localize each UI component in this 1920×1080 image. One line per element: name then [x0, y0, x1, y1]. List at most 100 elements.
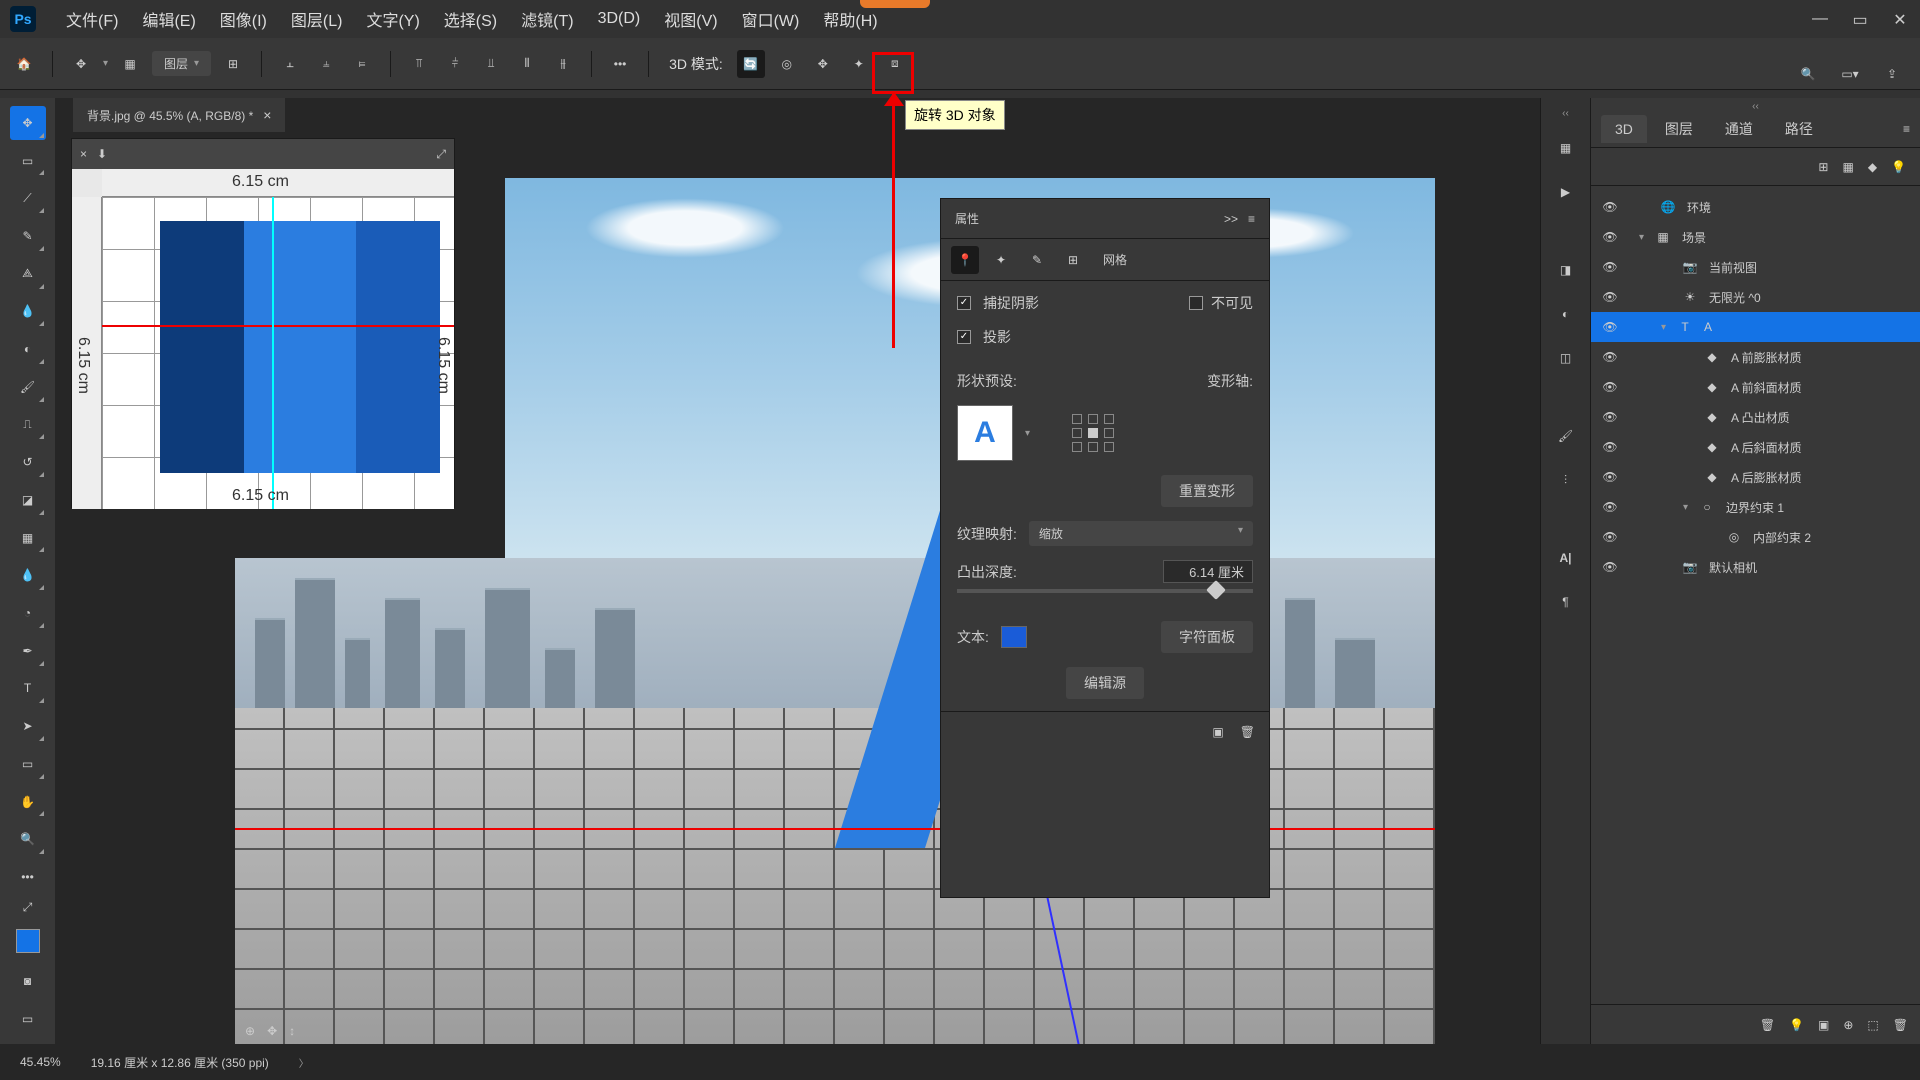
extrude-depth-slider[interactable] — [957, 589, 1253, 593]
pen-tool[interactable]: ✒ — [10, 634, 46, 668]
strip-char-icon[interactable]: A| — [1551, 543, 1581, 573]
shape-preset-preview[interactable]: A — [957, 405, 1013, 461]
tree-row[interactable]: 👁◎内部约束 2 — [1591, 522, 1920, 552]
distribute-h-icon[interactable]: ⫴ — [513, 50, 541, 78]
tab-3d[interactable]: 3D — [1601, 115, 1647, 143]
path-select-tool[interactable]: ➤ — [10, 709, 46, 743]
align-left-icon[interactable]: ⫠ — [276, 50, 304, 78]
dolly-icon[interactable]: ↕ — [289, 1024, 295, 1038]
chevron-down-icon[interactable]: ▾ — [103, 58, 108, 69]
filter-mesh-icon[interactable]: ▦ — [1842, 160, 1853, 174]
visibility-eye-icon[interactable]: 👁 — [1601, 290, 1619, 304]
visibility-eye-icon[interactable]: 👁 — [1601, 560, 1619, 574]
menu-select[interactable]: 选择(S) — [434, 3, 507, 35]
text-color-swatch[interactable] — [1001, 626, 1027, 648]
visibility-eye-icon[interactable]: 👁 — [1601, 350, 1619, 364]
stamp-tool[interactable]: ⎍ — [10, 408, 46, 442]
tree-row[interactable]: 👁◆A 凸出材质 — [1591, 402, 1920, 432]
window-minimize[interactable]: — — [1810, 10, 1830, 30]
home-button[interactable]: 🏠 — [10, 50, 38, 78]
filter-material-icon[interactable]: ◆ — [1868, 160, 1877, 174]
rotate-3d-icon[interactable]: 🔄 — [737, 50, 765, 78]
visibility-eye-icon[interactable]: 👁 — [1601, 320, 1619, 334]
doc-dimensions[interactable]: 19.16 厘米 x 12.86 厘米 (350 ppi) — [91, 1054, 269, 1071]
invisible-check[interactable] — [1189, 296, 1203, 310]
strip-play-icon[interactable]: ▶ — [1551, 177, 1581, 207]
visibility-eye-icon[interactable]: 👁 — [1601, 530, 1619, 544]
tab-paths[interactable]: 路径 — [1771, 113, 1827, 145]
footer-camera-icon[interactable]: ▣ — [1818, 1018, 1829, 1032]
render-icon[interactable]: ▣ — [1212, 725, 1223, 739]
dodge-tool[interactable]: ◔ — [10, 596, 46, 630]
menu-text[interactable]: 文字(Y) — [356, 3, 429, 35]
preset-dropdown-icon[interactable]: ▾ — [1025, 428, 1030, 439]
distribute-v-icon[interactable]: ⫵ — [549, 50, 577, 78]
edit-toolbar[interactable]: ••• — [10, 860, 46, 894]
align-right-icon[interactable]: ⫢ — [348, 50, 376, 78]
strip-brush-icon[interactable]: 🖌 — [1551, 421, 1581, 451]
tree-row[interactable]: 👁◆A 后斜面材质 — [1591, 432, 1920, 462]
tree-row[interactable]: 👁📷当前视图 — [1591, 252, 1920, 282]
nav-expand-icon[interactable]: ⤢ — [436, 147, 446, 162]
navigator-panel[interactable]: × ⬇ ⤢ 6.15 cm 6.15 cm 6.15 cm 6.15 cm — [71, 138, 455, 508]
strip-circle-icon[interactable]: ◐ — [1551, 299, 1581, 329]
tree-row[interactable]: 👁◆A 前膨胀材质 — [1591, 342, 1920, 372]
strip-adjust-icon[interactable]: ⫶ — [1551, 465, 1581, 495]
move-tool[interactable]: ✥ — [10, 106, 46, 140]
healing-tool[interactable]: ◐ — [10, 332, 46, 366]
expand-icon[interactable]: ▾ — [1639, 232, 1644, 243]
align-middle-icon[interactable]: ⫩ — [441, 50, 469, 78]
char-panel-button[interactable]: 字符面板 — [1161, 621, 1253, 653]
slide-3d-icon[interactable]: ✦ — [845, 50, 873, 78]
footer-new-icon[interactable]: ⊕ — [1843, 1018, 1853, 1032]
props-tab-mesh[interactable]: 📍 — [951, 246, 979, 274]
window-close[interactable]: ✕ — [1890, 10, 1910, 30]
move-tool-icon[interactable]: ✥ — [67, 50, 95, 78]
extrude-depth-input[interactable] — [1163, 560, 1253, 583]
filter-light-icon[interactable]: 💡 — [1891, 160, 1906, 174]
type-tool[interactable]: T — [10, 672, 46, 706]
filter-scene-icon[interactable]: ⊞ — [1818, 160, 1828, 174]
share-icon[interactable]: ⇪ — [1878, 60, 1906, 88]
menu-3d[interactable]: 3D(D) — [588, 6, 651, 32]
color-chips[interactable] — [8, 921, 48, 961]
crop-tool[interactable]: ⟁ — [10, 257, 46, 291]
texture-map-select[interactable]: 缩放▾ — [1029, 521, 1253, 546]
menu-edit[interactable]: 编辑(E) — [132, 3, 205, 35]
edit-source-button[interactable]: 编辑源 — [1066, 667, 1144, 699]
blur-tool[interactable]: 💧 — [10, 558, 46, 592]
collapse-icon[interactable]: >> — [1224, 212, 1238, 226]
quick-select-tool[interactable]: ✎ — [10, 219, 46, 253]
footer-delete-icon[interactable]: 🗑 — [1893, 1018, 1908, 1032]
tree-row[interactable]: 👁◆A 前斜面材质 — [1591, 372, 1920, 402]
visibility-eye-icon[interactable]: 👁 — [1601, 200, 1619, 214]
tree-row[interactable]: 👁☀无限光 ^0 — [1591, 282, 1920, 312]
menu-image[interactable]: 图像(I) — [210, 3, 277, 35]
delete-icon[interactable]: 🗑 — [1240, 725, 1255, 739]
footer-light-icon[interactable]: 💡 — [1789, 1018, 1804, 1032]
cast-shadow-check[interactable] — [957, 330, 971, 344]
catch-shadow-check[interactable] — [957, 296, 971, 310]
visibility-eye-icon[interactable]: 👁 — [1601, 500, 1619, 514]
history-brush-tool[interactable]: ↺ — [10, 445, 46, 479]
expand-icon[interactable]: ▾ — [1661, 322, 1666, 333]
props-tab-coord[interactable]: ⊞ — [1059, 246, 1087, 274]
align-bottom-icon[interactable]: ⫫ — [477, 50, 505, 78]
nav-save-icon[interactable]: ⬇ — [97, 147, 107, 161]
tree-row[interactable]: 👁▾TA — [1591, 312, 1920, 342]
pan-3d-icon[interactable]: ✥ — [809, 50, 837, 78]
lasso-tool[interactable]: ⟋ — [10, 181, 46, 215]
foreground-color[interactable] — [16, 929, 40, 953]
menu-filter[interactable]: 滤镜(T) — [511, 3, 583, 35]
visibility-eye-icon[interactable]: 👁 — [1601, 260, 1619, 274]
orbit-icon[interactable]: ⊕ — [245, 1024, 255, 1038]
brush-tool[interactable]: 🖌 — [10, 370, 46, 404]
zoom-tool[interactable]: 🔍 — [10, 822, 46, 856]
document-tab[interactable]: 背景.jpg @ 45.5% (A, RGB/8) * × — [73, 98, 285, 132]
expand-icon[interactable]: ▾ — [1683, 502, 1688, 513]
more-options-icon[interactable]: ••• — [606, 50, 634, 78]
menu-window[interactable]: 窗口(W) — [732, 3, 810, 35]
props-tab-deform[interactable]: ✦ — [987, 246, 1015, 274]
deform-axis-grid[interactable] — [1072, 414, 1116, 452]
screen-mode-icon[interactable]: ▭ — [10, 1002, 46, 1036]
